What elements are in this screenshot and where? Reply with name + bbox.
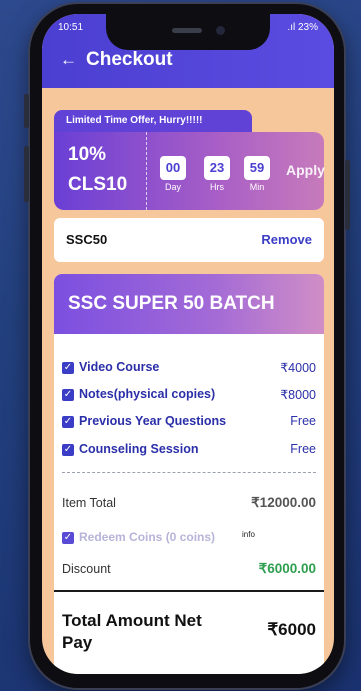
batch-summary-card: SSC SUPER 50 BATCH ✓ Video Course ₹4000 … — [54, 274, 324, 674]
speaker-grille — [172, 28, 202, 33]
applied-coupon-code: SSC50 — [66, 232, 108, 247]
feature-price: Free — [290, 414, 316, 428]
timer-minutes: 59 — [244, 156, 270, 180]
front-camera — [216, 26, 225, 35]
page-title: Checkout — [86, 49, 173, 70]
phone-screen: 10:51 .ıl 23% ← Checkout Limited Time Of… — [42, 14, 334, 674]
volume-down-button — [24, 146, 29, 202]
offer-divider — [146, 132, 147, 210]
item-total-label: Item Total — [62, 496, 116, 510]
redeem-coins-label: Redeem Coins (0 coins) — [79, 530, 216, 544]
checkbox-checked-icon: ✓ — [62, 532, 74, 544]
check-icon: ✓ — [62, 362, 74, 374]
check-icon: ✓ — [62, 389, 74, 401]
batch-title: SSC SUPER 50 BATCH — [54, 274, 324, 334]
check-icon: ✓ — [62, 444, 74, 456]
feature-name: Video Course — [79, 360, 160, 374]
feature-price: ₹8000 — [280, 388, 316, 402]
offer-tag: Limited Time Offer, Hurry!!!!! — [54, 110, 252, 132]
total-divider — [54, 590, 324, 592]
feature-price: ₹4000 — [280, 361, 316, 375]
feature-row: ✓ Notes(physical copies) ₹8000 — [62, 387, 318, 405]
dashed-divider — [62, 472, 316, 473]
item-total-value: ₹12000.00 — [251, 495, 316, 510]
timer-hours: 23 — [204, 156, 230, 180]
feature-row: ✓ Previous Year Questions Free — [62, 414, 318, 432]
offer-discount: 10% — [68, 144, 107, 165]
feature-name: Previous Year Questions — [79, 414, 227, 428]
total-amount-label: Total Amount Net Pay — [62, 611, 202, 652]
timer-minutes-label: Min — [249, 182, 265, 192]
remove-coupon-button[interactable]: Remove — [261, 232, 312, 247]
feature-row: ✓ Video Course ₹4000 — [62, 360, 318, 378]
discount-value: ₹6000.00 — [258, 561, 316, 576]
status-time: 10:51 — [58, 22, 84, 33]
offer-code: CLS10 — [68, 174, 128, 195]
power-button — [345, 160, 350, 230]
feature-price: Free — [290, 442, 316, 456]
check-icon: ✓ — [62, 416, 74, 428]
back-arrow-icon[interactable]: ← — [60, 50, 77, 70]
volume-up-button — [24, 94, 29, 128]
apply-offer-button[interactable]: Apply — [286, 162, 325, 178]
timer-days: 00 — [160, 156, 186, 180]
status-battery-signal: .ıl 23% — [287, 22, 318, 33]
feature-row: ✓ Counseling Session Free — [62, 442, 318, 460]
camera-notch — [106, 14, 270, 50]
applied-coupon-row: SSC50 Remove — [54, 218, 324, 262]
feature-name: Counseling Session — [79, 442, 199, 456]
feature-name: Notes(physical copies) — [79, 387, 216, 401]
timer-hours-label: Hrs — [210, 182, 224, 192]
discount-label: Discount — [62, 562, 111, 576]
total-amount-value: ₹6000 — [267, 620, 316, 639]
timer-days-label: Day — [164, 182, 181, 192]
info-link[interactable]: info — [242, 530, 255, 539]
offer-card: 10% CLS10 00 Day 23 Hrs 59 Min Apply — [54, 132, 325, 210]
